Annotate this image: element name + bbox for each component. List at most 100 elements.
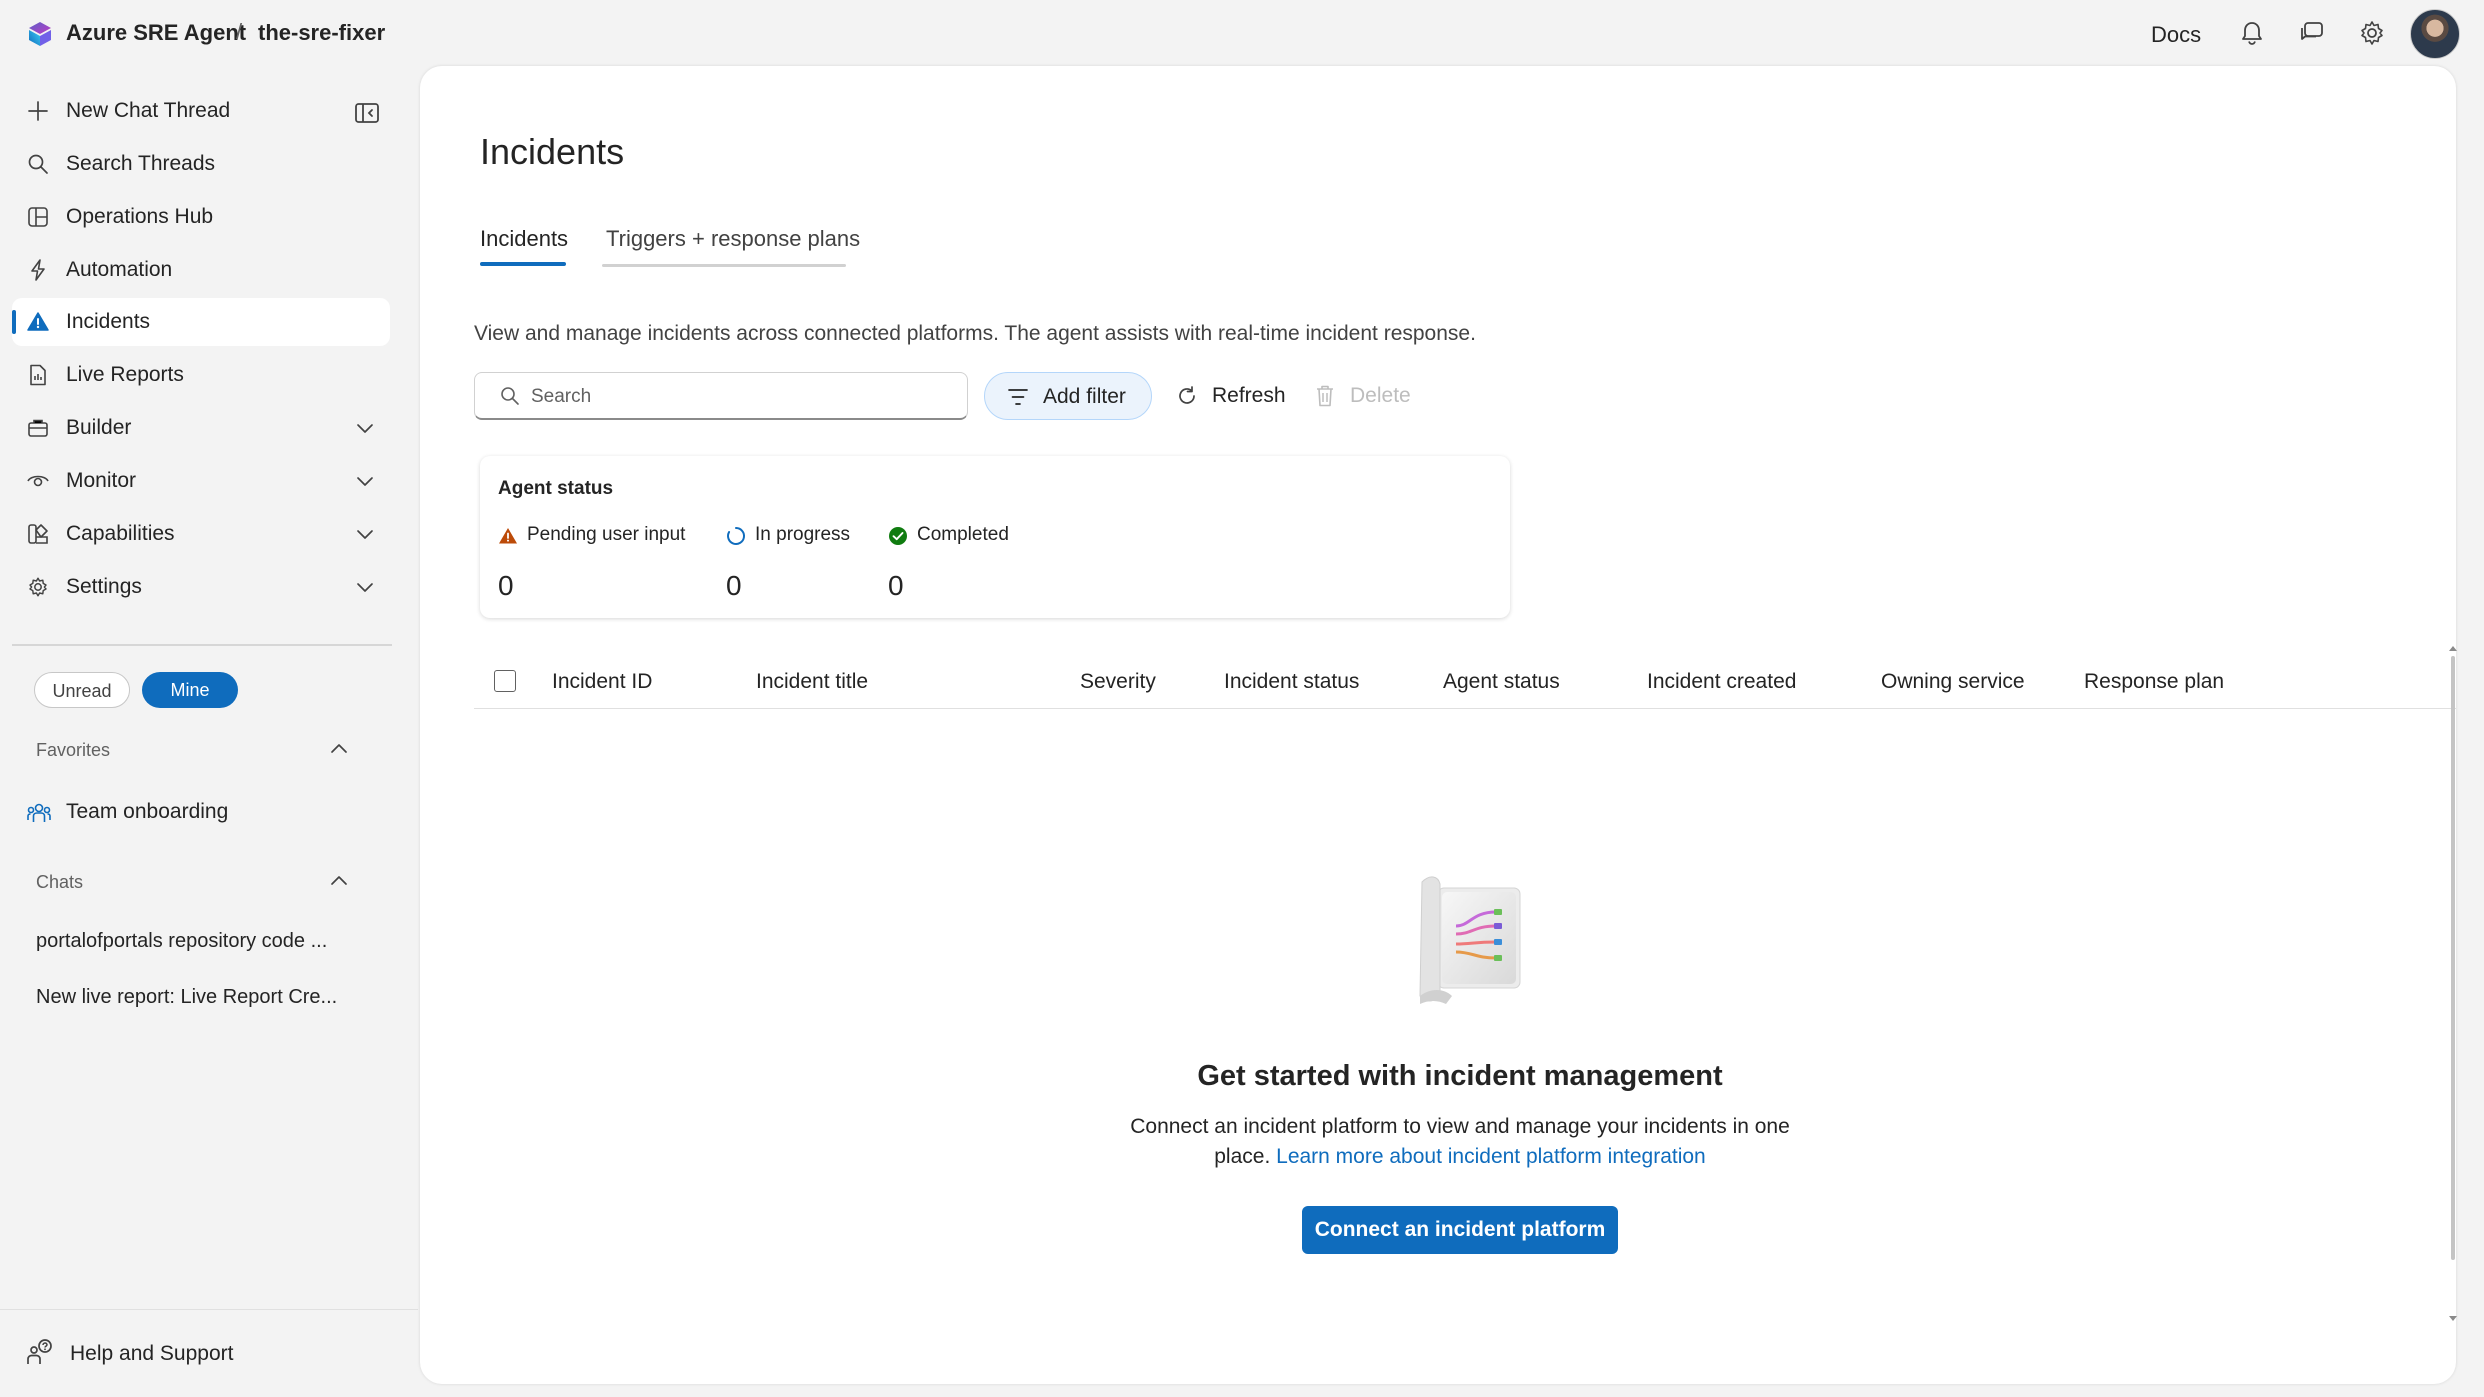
- search-input[interactable]: [529, 382, 953, 412]
- search-icon: [28, 154, 48, 174]
- breadcrumb-agent-name[interactable]: the-sre-fixer: [258, 20, 385, 46]
- feedback-icon[interactable]: [2297, 18, 2327, 48]
- lightning-icon: [31, 259, 45, 281]
- warning-icon: [27, 312, 49, 331]
- select-all-checkbox[interactable]: [494, 670, 516, 692]
- chevron-up-icon[interactable]: [328, 738, 350, 760]
- column-header-severity[interactable]: Severity: [1080, 670, 1156, 694]
- sidebar: New Chat Thread Search Threads Operation…: [0, 66, 418, 1397]
- favorite-item-label: Team onboarding: [66, 800, 229, 823]
- sidebar-item-settings[interactable]: Settings: [12, 563, 390, 611]
- help-and-support-button[interactable]: Help and Support: [26, 1336, 326, 1372]
- learn-more-link[interactable]: Learn more about incident platform integ…: [1276, 1145, 1706, 1168]
- stat-label: Pending user input: [527, 524, 686, 545]
- docs-link[interactable]: Docs: [2151, 22, 2201, 48]
- sidebar-item-label: Incidents: [66, 310, 151, 333]
- trash-icon: [1317, 385, 1333, 407]
- chevron-down-icon[interactable]: [354, 576, 376, 598]
- refresh-label: Refresh: [1212, 384, 1286, 407]
- column-header-incident-created[interactable]: Incident created: [1647, 670, 1796, 694]
- chevron-down-icon[interactable]: [354, 523, 376, 545]
- check-circle-icon: [889, 527, 907, 545]
- incident-empty-state-illustration: [1419, 876, 1521, 1004]
- main-panel: Incidents Incidents Triggers + response …: [420, 66, 2456, 1384]
- add-filter-label: Add filter: [1043, 385, 1126, 408]
- tab-triggers-response-plans[interactable]: Triggers + response plans: [606, 226, 860, 252]
- azure-sre-logo-icon: [29, 22, 51, 46]
- sidebar-item-capabilities[interactable]: Capabilities: [12, 510, 390, 558]
- stat-label: Completed: [917, 524, 1009, 545]
- empty-state-title: Get started with incident management: [1197, 1060, 1723, 1092]
- column-header-incident-id[interactable]: Incident ID: [552, 670, 652, 694]
- grid-icon: [28, 207, 48, 227]
- page-description: View and manage incidents across connect…: [474, 322, 1476, 345]
- sidebar-item-search-threads[interactable]: Search Threads: [12, 140, 390, 188]
- page-title: Incidents: [480, 131, 625, 172]
- tab-hover-indicator: [602, 264, 846, 267]
- sidebar-item-new-chat-thread[interactable]: New Chat Thread: [12, 87, 390, 135]
- sidebar-item-label: Builder: [66, 416, 132, 439]
- agent-status-title: Agent status: [498, 478, 614, 499]
- top-bar: Azure SRE Agent / the-sre-fixer Docs: [0, 0, 2484, 66]
- refresh-button[interactable]: Refresh: [1172, 372, 1332, 420]
- sidebar-item-builder[interactable]: Builder: [12, 404, 390, 452]
- help-support-icon: [27, 1339, 52, 1364]
- sidebar-item-label: Monitor: [66, 469, 137, 492]
- bell-icon[interactable]: [2237, 18, 2267, 48]
- chat-item[interactable]: portalofportals repository code ...: [36, 930, 356, 953]
- favorite-item-team-onboarding[interactable]: Team onboarding: [24, 792, 384, 832]
- incidents-table-header: Incident ID Incident title Severity Inci…: [474, 658, 2456, 709]
- stat-value: 0: [498, 570, 514, 601]
- column-header-response-plan[interactable]: Response plan: [2084, 670, 2224, 694]
- chevron-up-icon[interactable]: [328, 870, 350, 892]
- unread-filter-button[interactable]: Unread: [34, 672, 130, 708]
- refresh-icon: [1179, 386, 1195, 404]
- scroll-up-arrow[interactable]: [2449, 646, 2457, 651]
- app-name[interactable]: Azure SRE Agent: [66, 20, 246, 46]
- scroll-down-arrow[interactable]: [2449, 1316, 2457, 1321]
- plus-icon: [28, 101, 48, 121]
- stat-value: 0: [726, 570, 742, 601]
- chat-item[interactable]: New live report: Live Report Cre...: [36, 986, 356, 1009]
- user-avatar[interactable]: [2410, 9, 2460, 59]
- sidebar-item-label: New Chat Thread: [66, 99, 231, 122]
- sidebar-divider: [12, 644, 392, 646]
- sidebar-item-label: Search Threads: [66, 152, 216, 175]
- scrollbar-thumb[interactable]: [2451, 656, 2455, 1260]
- sidebar-bottom-divider: [0, 1309, 418, 1310]
- delete-button[interactable]: Delete: [1314, 372, 1434, 420]
- column-header-owning-service[interactable]: Owning service: [1881, 670, 2025, 694]
- filter-icon: [1008, 389, 1028, 405]
- sidebar-item-automation[interactable]: Automation: [12, 246, 390, 294]
- breadcrumb-separator: /: [236, 19, 243, 44]
- mine-filter-button[interactable]: Mine: [142, 672, 238, 708]
- sidebar-item-incidents[interactable]: Incidents: [12, 298, 390, 346]
- chevron-down-icon[interactable]: [354, 470, 376, 492]
- eye-icon: [27, 475, 49, 487]
- empty-state-description: Connect an incident platform to view and…: [1104, 1112, 1816, 1172]
- report-icon: [30, 364, 46, 386]
- sidebar-item-live-reports[interactable]: Live Reports: [12, 351, 390, 399]
- sidebar-item-label: Capabilities: [66, 522, 175, 545]
- column-header-incident-status[interactable]: Incident status: [1224, 670, 1359, 694]
- stat-label: In progress: [755, 524, 851, 545]
- sidebar-item-label: Settings: [66, 575, 142, 598]
- agent-status-card: Agent status Pending user input 0 In pro…: [480, 456, 1510, 618]
- delete-label: Delete: [1350, 384, 1411, 407]
- column-header-incident-title[interactable]: Incident title: [756, 670, 868, 694]
- tab-incidents[interactable]: Incidents: [480, 226, 568, 252]
- column-header-agent-status[interactable]: Agent status: [1443, 670, 1560, 694]
- chevron-down-icon[interactable]: [354, 417, 376, 439]
- sidebar-item-label: Automation: [66, 258, 173, 281]
- sidebar-item-operations-hub[interactable]: Operations Hub: [12, 193, 390, 241]
- chats-heading: Chats: [36, 872, 84, 892]
- search-box[interactable]: [474, 372, 968, 420]
- sidebar-item-label: Live Reports: [66, 363, 184, 386]
- sidebar-item-monitor[interactable]: Monitor: [12, 457, 390, 505]
- gear-icon[interactable]: [2357, 18, 2387, 48]
- gear-icon: [29, 577, 47, 597]
- toolbox-icon: [28, 419, 48, 437]
- add-filter-button[interactable]: Add filter: [984, 372, 1152, 420]
- connect-incident-platform-button[interactable]: Connect an incident platform: [1302, 1206, 1618, 1254]
- favorites-heading: Favorites: [36, 740, 111, 760]
